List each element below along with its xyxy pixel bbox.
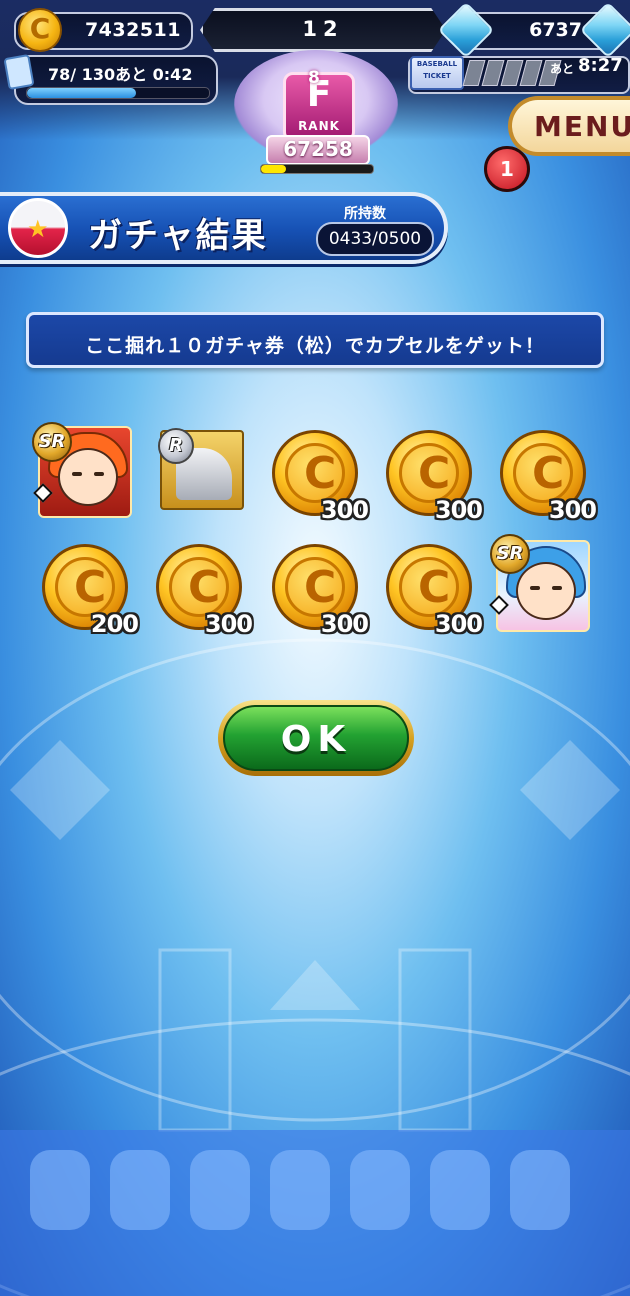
coin-count: 7432511 xyxy=(84,19,181,41)
coin-amount: 300 xyxy=(434,610,483,638)
ok-button-face: OK xyxy=(223,705,409,771)
result-item-coin[interactable]: C 200 xyxy=(42,544,139,640)
coin-amount: 300 xyxy=(320,496,369,524)
ok-button[interactable]: OK xyxy=(218,700,414,776)
menu-label: MENU xyxy=(534,110,630,143)
stamina-icon xyxy=(3,53,35,91)
rank-score: 67258 xyxy=(266,135,370,165)
rarity-r-icon: R xyxy=(158,428,194,464)
coin-icon: C xyxy=(18,8,62,52)
character-face xyxy=(516,562,576,620)
holdings-count: 0433/0500 xyxy=(316,222,434,256)
stamina-bar xyxy=(26,87,210,99)
stamina-bar-fill xyxy=(27,88,137,98)
ticket-timer: 8:27 xyxy=(578,55,623,76)
rank-superscript: 8 xyxy=(308,68,320,88)
result-item-coin[interactable]: C 300 xyxy=(272,544,369,640)
result-item-coin[interactable]: C 300 xyxy=(386,430,483,526)
coin-amount: 300 xyxy=(548,496,597,524)
rarity-sr-icon: SR xyxy=(32,422,72,462)
gem-count: 6737 xyxy=(529,19,582,41)
result-item-sr-character[interactable]: SR xyxy=(489,534,592,636)
coin-amount: 300 xyxy=(320,610,369,638)
coin-amount: 300 xyxy=(204,610,253,638)
ticket-slots xyxy=(462,60,562,90)
rarity-sr-icon: SR xyxy=(490,534,530,574)
result-item-coin[interactable]: C 300 xyxy=(156,544,253,640)
ok-label: OK xyxy=(280,719,352,760)
stamina-text: 78/ 130あと 0:42 xyxy=(48,65,193,84)
result-message: ここ掘れ１０ガチャ券（松）でカプセルをゲット！ xyxy=(85,335,545,357)
rank-emblem[interactable]: F RANK 8 67258 xyxy=(228,40,404,175)
menu-button[interactable]: MENU xyxy=(508,96,630,156)
page-title: ガチャ結果 xyxy=(88,216,268,256)
result-item-r-item[interactable]: R xyxy=(158,428,256,526)
coin-amount: 200 xyxy=(90,610,139,638)
level-number: 12 xyxy=(302,17,344,41)
holdings-label: 所持数 xyxy=(344,206,386,222)
result-item-coin[interactable]: C 300 xyxy=(272,430,369,526)
result-message-bar: ここ掘れ１０ガチャ券（松）でカプセルをゲット！ xyxy=(26,312,604,368)
stamina-meter: 78/ 130あと 0:42 xyxy=(14,55,218,105)
baseball-ticket-icon: BASEBALL TICKET xyxy=(410,56,464,90)
result-item-coin[interactable]: C 300 xyxy=(500,430,597,526)
result-item-sr-character[interactable]: SR xyxy=(32,422,134,522)
notification-badge[interactable]: 1 xyxy=(484,146,530,192)
rank-label: RANK xyxy=(298,119,340,133)
capsule-icon: ★ xyxy=(8,198,68,258)
result-item-coin[interactable]: C 300 xyxy=(386,544,483,640)
ticket-remaining-label: あと xyxy=(550,62,575,76)
rank-progress-fill xyxy=(261,165,286,173)
star-icon: ★ xyxy=(27,215,49,243)
character-face xyxy=(58,448,118,506)
rank-progress-bar xyxy=(260,164,374,174)
coin-amount: 300 xyxy=(434,496,483,524)
